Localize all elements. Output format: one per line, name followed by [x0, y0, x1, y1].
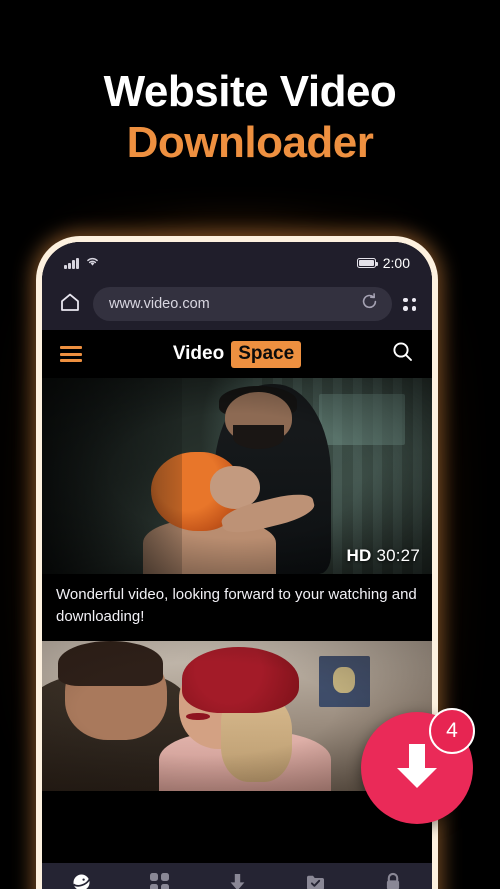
- lock-icon: [384, 872, 402, 889]
- status-clock: 2:00: [382, 255, 410, 271]
- browser-toolbar: www.video.com: [42, 278, 432, 330]
- brand-name-first: Video: [172, 343, 225, 364]
- nav-item-downloading[interactable]: Downloading: [198, 872, 276, 889]
- hamburger-menu-icon[interactable]: [60, 346, 82, 362]
- video-caption-1: Wonderful video, looking forward to your…: [42, 574, 432, 641]
- url-bar[interactable]: www.video.com: [93, 287, 392, 321]
- refresh-icon[interactable]: [360, 292, 379, 316]
- app-bar: Video Space: [42, 330, 432, 378]
- folder-check-icon: [305, 872, 326, 889]
- promo-line-2: Downloader: [126, 117, 374, 167]
- video-quality-label: HD: [346, 546, 372, 565]
- status-bar: 2:00: [42, 242, 432, 278]
- promo-line-1: Website Video: [103, 67, 397, 116]
- globe-icon: [71, 872, 92, 889]
- video-quality-duration-badge: HD 30:27: [347, 546, 420, 566]
- video-duration-label: 30:27: [376, 546, 420, 565]
- home-icon[interactable]: [58, 290, 82, 319]
- brand-logo: Video Space: [42, 340, 432, 368]
- apps-grid-icon: [149, 872, 169, 889]
- download-count-badge: 4: [429, 708, 475, 754]
- brand-name-second: Space: [231, 340, 302, 368]
- signal-bars-icon: [64, 257, 79, 269]
- nav-item-vault[interactable]: Vault: [354, 872, 432, 889]
- download-fab[interactable]: 4: [361, 708, 475, 824]
- search-icon[interactable]: [391, 340, 414, 368]
- battery-icon: [356, 258, 379, 268]
- nav-item-from-web[interactable]: From Web: [42, 872, 120, 889]
- promo-headline: Website Video Downloader: [0, 68, 500, 169]
- nav-item-downloaded[interactable]: Downloaded: [276, 872, 354, 889]
- bottom-navigation: From Web From Apps Downloading: [42, 863, 432, 889]
- url-text: www.video.com: [109, 296, 210, 312]
- nav-item-from-apps[interactable]: From Apps: [120, 872, 198, 889]
- video-thumbnail-1[interactable]: HD 30:27: [42, 378, 432, 574]
- wifi-icon: [85, 254, 100, 272]
- thumbnail-1-image: [42, 378, 432, 574]
- download-arrow-icon: [228, 872, 247, 889]
- grid-dots-icon[interactable]: [403, 297, 416, 311]
- video-feed: HD 30:27 Wonderful video, looking forwar…: [42, 378, 432, 791]
